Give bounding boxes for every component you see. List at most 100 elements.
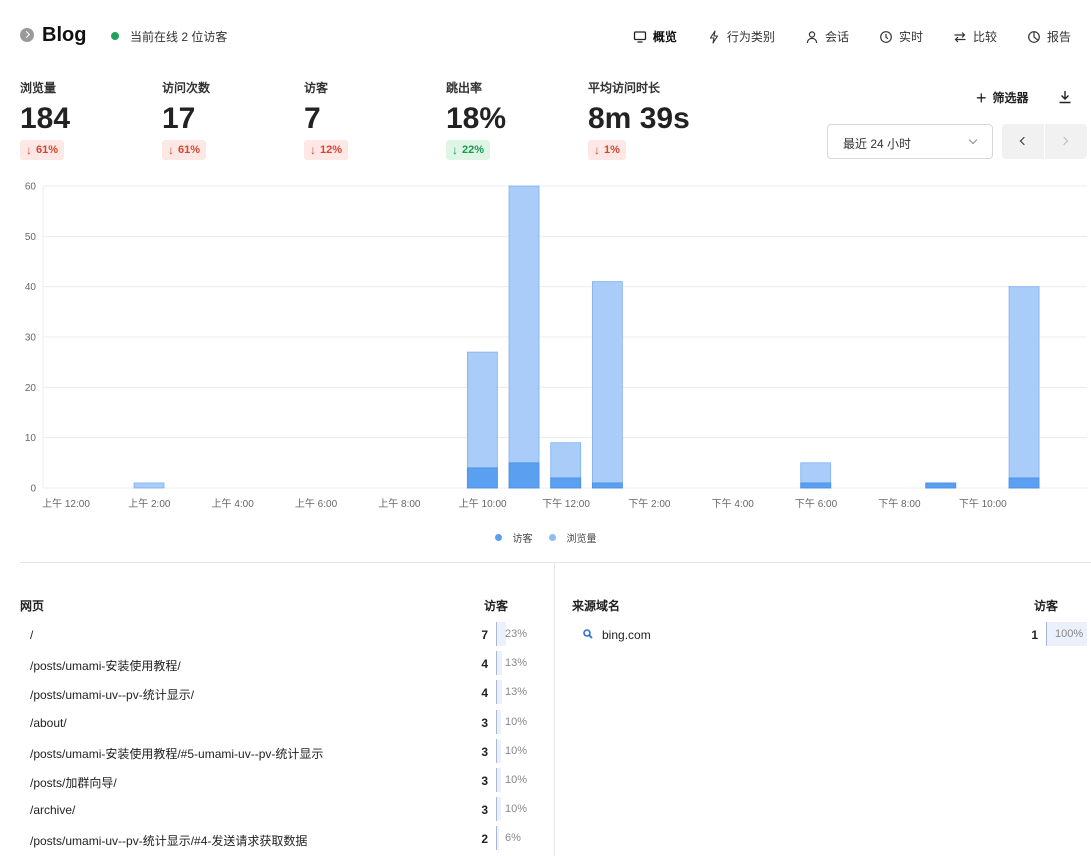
filter-button[interactable]: + 筛选器 bbox=[976, 89, 1029, 107]
bar-visitors bbox=[800, 482, 832, 489]
row-percent: 13% bbox=[505, 686, 528, 699]
table-row[interactable]: /posts/umami-uv--pv-统计显示/4 13% bbox=[20, 680, 554, 706]
metric-label: 访客 bbox=[304, 81, 329, 95]
nav-item-1[interactable]: 行为类别 bbox=[707, 28, 775, 45]
nav-item-3[interactable]: 实时 bbox=[879, 28, 923, 45]
row-percent: 10% bbox=[505, 774, 528, 786]
metric-change-value: 12% bbox=[320, 144, 343, 156]
back-icon[interactable] bbox=[20, 28, 34, 42]
row-count: 4 bbox=[481, 657, 488, 672]
next-period-button[interactable] bbox=[1044, 124, 1086, 159]
metric-card: 平均访问时长 8m 39s ↓ 1% bbox=[588, 79, 690, 160]
legend-item-visitors[interactable]: 访客 bbox=[494, 530, 533, 545]
bar-visitors bbox=[1008, 477, 1040, 489]
metric-value: 8m 39s bbox=[588, 102, 690, 135]
nav-item-4[interactable]: 比较 bbox=[953, 28, 997, 45]
x-tick-label: 上午 10:00 bbox=[459, 497, 507, 510]
prev-period-button[interactable] bbox=[1002, 124, 1044, 159]
arrow-down-icon: ↓ bbox=[26, 143, 32, 157]
metric-label: 浏览量 bbox=[20, 81, 57, 95]
x-tick-label: 上午 6:00 bbox=[295, 497, 338, 510]
y-tick-label: 60 bbox=[25, 182, 37, 193]
date-range-select[interactable]: 最近 24 小时 bbox=[827, 124, 993, 159]
x-tick-label: 下午 6:00 bbox=[795, 497, 838, 510]
row-label[interactable]: /posts/umami-uv--pv-统计显示/#4-发送请求获取数据 bbox=[30, 832, 307, 849]
row-label[interactable]: /posts/umami-安装使用教程/#5-umami-uv--pv-统计显示 bbox=[30, 745, 323, 762]
row-count: 1 bbox=[1031, 628, 1038, 642]
table-row[interactable]: / 7 23% bbox=[20, 622, 554, 648]
y-tick-label: 10 bbox=[25, 433, 37, 444]
bar-views bbox=[133, 482, 165, 489]
row-label[interactable]: /posts/umami-uv--pv-统计显示/ bbox=[30, 686, 194, 703]
y-tick-label: 50 bbox=[25, 232, 37, 243]
row-label[interactable]: /posts/加群向导/ bbox=[30, 774, 117, 791]
row-label[interactable]: /about/ bbox=[30, 716, 67, 730]
metric-change-value: 22% bbox=[462, 144, 485, 156]
row-count: 3 bbox=[481, 744, 488, 759]
arrow-down-icon: ↓ bbox=[452, 143, 458, 157]
bar-visitors bbox=[466, 467, 498, 489]
user-icon bbox=[805, 30, 819, 44]
nav-label: 报告 bbox=[1046, 30, 1071, 44]
row-percent: 6% bbox=[505, 832, 521, 845]
nav-item-0[interactable]: 概览 bbox=[633, 28, 677, 45]
table-row[interactable]: /posts/umami-安装使用教程/4 13% bbox=[20, 651, 554, 677]
row-percent: 13% bbox=[505, 657, 528, 670]
chevron-right-icon bbox=[1059, 136, 1069, 146]
search-icon bbox=[582, 628, 594, 640]
divider-horizontal bbox=[20, 562, 1091, 563]
chevron-left-icon bbox=[1019, 136, 1029, 146]
metric-value: 18% bbox=[446, 102, 507, 135]
nav-item-2[interactable]: 会话 bbox=[805, 28, 849, 45]
bar-visitors bbox=[925, 482, 957, 489]
row-label[interactable]: / bbox=[30, 628, 33, 642]
nav-label: 会话 bbox=[824, 30, 849, 44]
metric-card: 浏览量 184 ↓ 61% bbox=[20, 79, 70, 160]
table-row[interactable]: /posts/加群向导/3 10% bbox=[20, 768, 554, 794]
bar-visitors bbox=[508, 462, 540, 489]
row-percent: 10% bbox=[505, 803, 528, 816]
bar-views bbox=[591, 281, 623, 489]
metric-change-value: 61% bbox=[178, 144, 201, 156]
metric-change-badge: ↓ 22% bbox=[446, 140, 491, 160]
row-label[interactable]: /posts/umami-安装使用教程/ bbox=[30, 657, 181, 674]
metric-change-badge: ↓ 61% bbox=[162, 140, 207, 160]
row-label[interactable]: /archive/ bbox=[30, 803, 75, 817]
y-tick-label: 40 bbox=[25, 282, 37, 293]
row-count: 3 bbox=[481, 715, 488, 730]
table-row[interactable]: /archive/3 10% bbox=[20, 797, 554, 823]
bolt-icon bbox=[707, 29, 721, 44]
row-percent: 23% bbox=[505, 628, 528, 640]
x-tick-label: 下午 12:00 bbox=[542, 497, 590, 510]
metric-value: 7 bbox=[304, 102, 321, 135]
header: Blog 当前在线 2 位访客 概览 行为类别 会话 实时 比较 报告 bbox=[20, 22, 1091, 52]
main-nav: 概览 行为类别 会话 实时 比较 报告 bbox=[603, 28, 1071, 45]
row-label[interactable]: bing.com bbox=[602, 628, 651, 642]
nav-item-5[interactable]: 报告 bbox=[1027, 28, 1071, 45]
bar-views bbox=[1008, 286, 1040, 489]
site-title: Blog bbox=[42, 24, 87, 46]
pie-icon bbox=[1027, 30, 1041, 44]
chevron-down-icon bbox=[968, 135, 978, 145]
table-row[interactable]: bing.com 1 100% bbox=[572, 622, 1091, 648]
divider-vertical bbox=[554, 563, 555, 856]
table-row[interactable]: /posts/umami-uv--pv-统计显示/#4-发送请求获取数据 2 6% bbox=[20, 826, 554, 852]
legend-item-views[interactable]: 浏览量 bbox=[548, 530, 597, 545]
download-icon[interactable] bbox=[1058, 90, 1072, 104]
row-share-fill bbox=[497, 709, 501, 734]
x-tick-label: 上午 12:00 bbox=[42, 497, 90, 510]
table-row[interactable]: /posts/umami-安装使用教程/#5-umami-uv--pv-统计显示… bbox=[20, 738, 554, 765]
row-share-fill bbox=[497, 797, 501, 822]
x-tick-label: 上午 8:00 bbox=[378, 497, 421, 510]
metric-change-value: 61% bbox=[36, 144, 59, 156]
metric-card: 访问次数 17 ↓ 61% bbox=[162, 79, 210, 160]
row-share-fill bbox=[497, 651, 503, 676]
row-share-fill bbox=[497, 826, 500, 851]
legend-label-visitors: 访客 bbox=[512, 534, 533, 545]
chart-legend: 访客 浏览量 bbox=[0, 530, 1091, 545]
row-count: 3 bbox=[481, 774, 488, 788]
table-row[interactable]: /about/3 10% bbox=[20, 709, 554, 736]
row-count: 3 bbox=[481, 803, 488, 818]
nav-label: 比较 bbox=[972, 30, 997, 44]
x-tick-label: 下午 10:00 bbox=[959, 497, 1007, 510]
